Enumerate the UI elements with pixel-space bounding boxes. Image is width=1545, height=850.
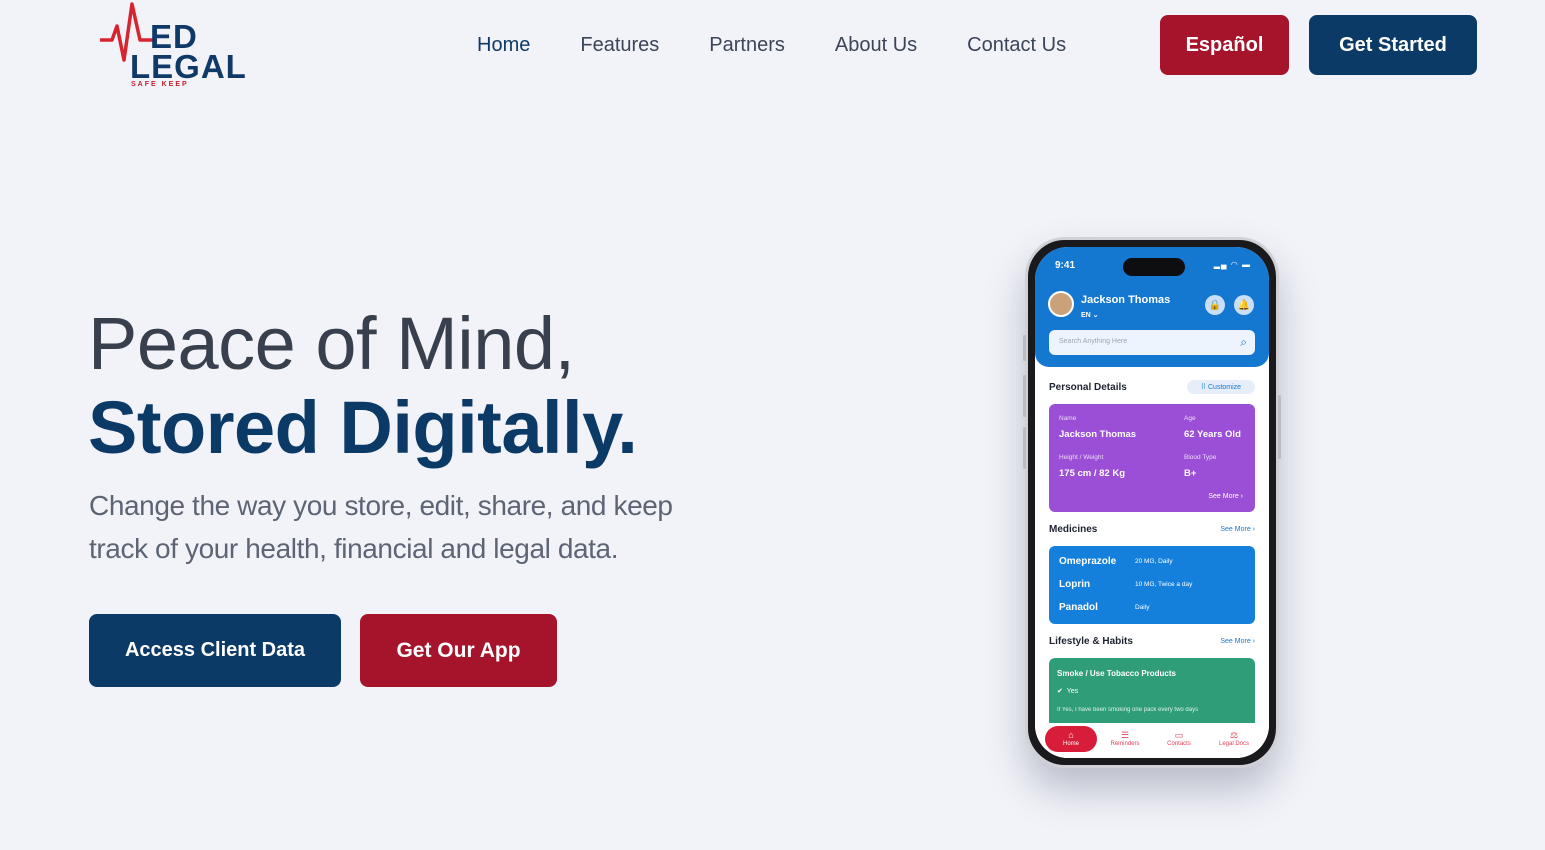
customize-chip: ⠿ Customize	[1187, 380, 1255, 394]
home-icon: ⌂	[1068, 730, 1074, 741]
main-nav: Home Features Partners About Us Contact …	[477, 30, 1066, 60]
personal-details-heading: Personal Details	[1049, 382, 1127, 393]
get-started-button[interactable]: Get Started	[1309, 15, 1477, 75]
scales-icon: ⚖	[1229, 730, 1239, 740]
see-more-link: See More ›	[1208, 493, 1243, 500]
status-icons: ▂▄ ◠ ▬	[1213, 260, 1251, 269]
medicine-name: Omeprazole	[1059, 556, 1117, 567]
phone-side-button	[1023, 335, 1026, 361]
nav-partners[interactable]: Partners	[709, 30, 785, 60]
contact-card-icon: ▭	[1174, 730, 1184, 740]
user-name: Jackson Thomas	[1081, 294, 1171, 306]
hero-title-line1: Peace of Mind,	[88, 302, 575, 385]
personal-details-card: Name Jackson Thomas Age 62 Years Old Hei…	[1049, 404, 1255, 512]
get-our-app-button[interactable]: Get Our App	[360, 614, 557, 687]
phone-power-button	[1278, 395, 1281, 459]
access-client-data-button[interactable]: Access Client Data	[89, 614, 341, 687]
medicine-dose: 20 MG, Daily	[1135, 558, 1173, 565]
nav-contact-us[interactable]: Contact Us	[967, 30, 1066, 60]
medicine-name: Loprin	[1059, 579, 1091, 590]
age-label: Age	[1184, 415, 1196, 422]
nav-features[interactable]: Features	[580, 30, 659, 60]
check-icon: ✔	[1057, 688, 1063, 695]
phone-screen: 9:41 ▂▄ ◠ ▬ Jackson Thomas EN ⌄ 🔒 🔔 Sear…	[1035, 247, 1269, 758]
logo-text-bottom: LEGAL	[130, 48, 247, 85]
phone-side-button	[1023, 375, 1026, 417]
medicines-heading: Medicines	[1049, 524, 1098, 535]
height-weight-label: Height / Weight	[1059, 454, 1104, 461]
tab-contacts: ▭ Contacts	[1159, 730, 1199, 747]
tab-legal-docs: ⚖ Legal Docs	[1214, 730, 1254, 747]
lifestyle-heading: Lifestyle & Habits	[1049, 636, 1133, 647]
medicines-card: Omeprazole 20 MG, Daily Loprin 10 MG, Tw…	[1049, 546, 1255, 624]
lock-icon: 🔒	[1205, 295, 1225, 315]
bell-icon: 🔔	[1234, 295, 1254, 315]
medicine-name: Panadol	[1059, 602, 1098, 613]
tab-reminders: ☰ Reminders	[1105, 730, 1145, 747]
hero-subtitle: Change the way you store, edit, share, a…	[89, 490, 673, 564]
nav-home[interactable]: Home	[477, 30, 530, 60]
age-value: 62 Years Old	[1184, 429, 1241, 440]
dynamic-island	[1123, 258, 1185, 276]
see-more-link: See More ›	[1220, 526, 1255, 533]
status-time: 9:41	[1055, 260, 1076, 271]
medicine-dose: 10 MG, Twice a day	[1135, 581, 1193, 588]
lifestyle-note: If Yes, I have been smoking one pack eve…	[1057, 707, 1199, 713]
list-icon: ☰	[1120, 730, 1130, 740]
blood-type-value: B+	[1184, 468, 1197, 479]
see-more-link: See More ›	[1220, 638, 1255, 645]
lifestyle-card: Smoke / Use Tobacco Products ✔ Yes If Ye…	[1049, 658, 1255, 728]
search-input: Search Anything Here ⌕	[1049, 330, 1255, 355]
language-button[interactable]: Español	[1160, 15, 1289, 75]
lifestyle-question: Smoke / Use Tobacco Products	[1057, 669, 1176, 678]
tab-home: ⌂ Home	[1045, 726, 1097, 752]
tab-bar: ⌂ Home ☰ Reminders ▭ Contacts ⚖ Legal Docs	[1035, 723, 1269, 758]
phone-side-button	[1023, 427, 1026, 469]
name-value: Jackson Thomas	[1059, 429, 1137, 440]
brand-logo[interactable]: ED LEGAL SAFE KEEP	[100, 2, 250, 90]
nav-about-us[interactable]: About Us	[835, 30, 917, 60]
medicine-dose: Daily	[1135, 604, 1150, 611]
hero-title-line2: Stored Digitally.	[88, 386, 638, 469]
name-label: Name	[1059, 415, 1077, 422]
search-icon: ⌕	[1240, 335, 1247, 349]
height-weight-value: 175 cm / 82 Kg	[1059, 468, 1126, 479]
logo-tagline: SAFE KEEP	[131, 81, 189, 88]
blood-type-label: Blood Type	[1184, 454, 1217, 461]
lifestyle-answer: ✔ Yes	[1057, 688, 1079, 695]
phone-mockup: 9:41 ▂▄ ◠ ▬ Jackson Thomas EN ⌄ 🔒 🔔 Sear…	[1023, 237, 1281, 768]
search-placeholder: Search Anything Here	[1059, 338, 1128, 345]
language-selector: EN ⌄	[1081, 312, 1099, 319]
avatar	[1048, 291, 1074, 317]
